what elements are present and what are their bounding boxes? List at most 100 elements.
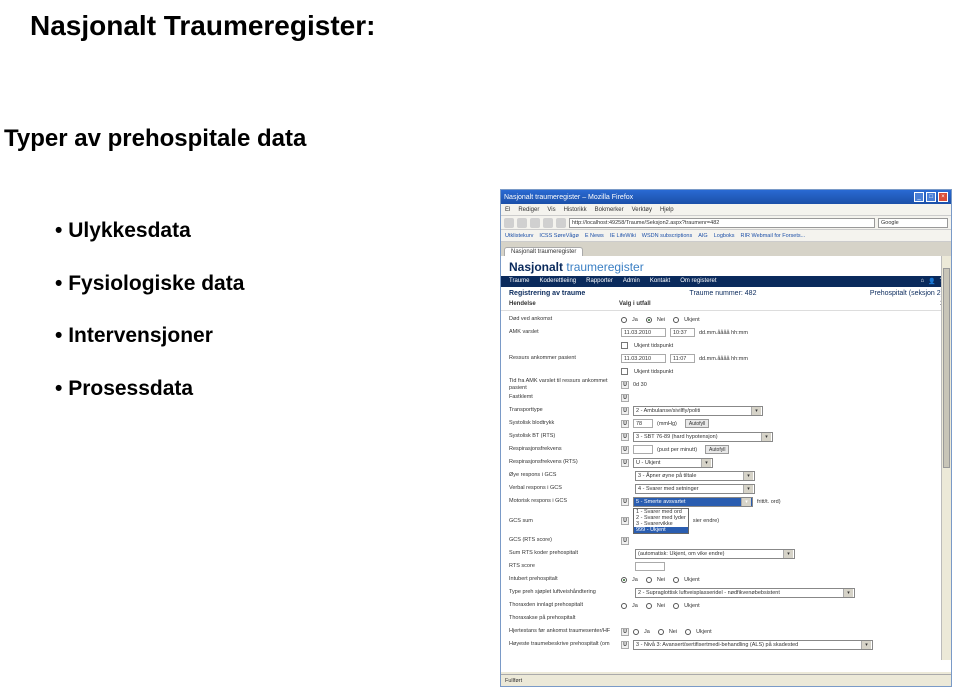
back-button[interactable] — [504, 218, 514, 228]
open-dropdown[interactable]: 1 - Svarer med ord 2 - Svarer med lyder … — [633, 508, 689, 534]
checkbox-ukjent-tid[interactable] — [621, 368, 628, 375]
bookmark-item[interactable]: AIG — [698, 233, 707, 239]
user-icon[interactable]: 👤 — [928, 278, 935, 285]
radio-label: Nei — [657, 603, 665, 609]
radio-ja[interactable] — [621, 317, 627, 323]
nav-item[interactable]: Kontakt — [650, 278, 670, 285]
u-button[interactable]: U — [621, 381, 629, 389]
label-respk: Respirasjonsfrekvens (RTS) — [509, 459, 617, 465]
bookmark-item[interactable]: IE LifeWiki — [610, 233, 636, 239]
page-content: Nasjonalt traumeregister Traume Koderett… — [501, 256, 951, 672]
u-button[interactable]: U — [621, 628, 629, 636]
menu-item[interactable]: Vis — [547, 207, 555, 213]
label-tid-amk: Tid fra AMK varslet til ressurs ankommet… — [509, 378, 617, 390]
row-respk: Respirasjonsfrekvens (RTS) U U - Ukjent — [509, 456, 943, 469]
u-button[interactable]: U — [621, 446, 629, 454]
url-field[interactable]: http://localhost:49258/Traume/Seksjon2.a… — [569, 218, 875, 228]
radio-label: Ja — [632, 317, 638, 323]
nav-item[interactable]: Rapporter — [586, 278, 613, 285]
search-engine-label: Google — [881, 220, 899, 226]
amk-date-input[interactable]: 11.03.2010 — [621, 328, 666, 337]
transport-select[interactable]: 2 - Ambulanse/sivilfly/politi — [633, 406, 763, 416]
hoyeste-select[interactable]: 3 - Nivå 3: Avansert/sertifisertmedi-beh… — [633, 640, 873, 650]
radio-nei[interactable] — [646, 603, 652, 609]
label-oye: Øye respons i GCS — [509, 472, 617, 478]
radio-label: Ukjent — [684, 577, 700, 583]
nav-item[interactable]: Om registeret — [680, 278, 716, 285]
stop-button[interactable] — [543, 218, 553, 228]
app-title: Nasjonalt traumeregister — [509, 260, 943, 274]
menu-item[interactable]: El — [505, 207, 510, 213]
nav-item[interactable]: Admin — [623, 278, 640, 285]
motorisk-select[interactable]: 5 - Smerte avsvartet — [633, 497, 753, 507]
home-icon[interactable]: ⌂ — [921, 278, 925, 285]
type-luft-select[interactable]: 2 - Supraglottisk luftveisplasseridel - … — [635, 588, 855, 598]
radio-nei[interactable] — [646, 317, 652, 323]
radio-ukjent[interactable] — [673, 603, 679, 609]
menu-item[interactable]: Bokmerker — [595, 207, 624, 213]
scrollbar[interactable] — [941, 256, 951, 660]
verbal-select[interactable]: 4 - Svarer med setninger — [635, 484, 755, 494]
radio-ja[interactable] — [621, 603, 627, 609]
sum-rts-select[interactable]: (automatisk: Ukjent, om vike endre) — [635, 549, 795, 559]
label-hoyeste: Høyeste traumebeskrive prehospitalt (om — [509, 641, 617, 647]
autofyll-button[interactable]: Autofyll — [685, 419, 709, 428]
radio-nei[interactable] — [658, 629, 664, 635]
u-button[interactable]: U — [621, 641, 629, 649]
forward-button[interactable] — [517, 218, 527, 228]
radio-ja[interactable] — [633, 629, 639, 635]
radio-label: Nei — [669, 629, 677, 635]
ressurs-date-input[interactable]: 11.03.2010 — [621, 354, 666, 363]
radio-ukjent[interactable] — [685, 629, 691, 635]
home-button[interactable] — [556, 218, 566, 228]
bookmark-item[interactable]: E News — [585, 233, 604, 239]
u-button[interactable]: U — [621, 459, 629, 467]
u-button[interactable]: U — [621, 420, 629, 428]
systolisk-input[interactable]: 78 — [633, 419, 653, 428]
minimize-button[interactable]: _ — [914, 192, 924, 202]
u-button[interactable]: U — [621, 433, 629, 441]
label-fastklemt: Fastklemt — [509, 394, 617, 400]
search-field[interactable]: Google — [878, 218, 948, 228]
row-intubert: Intubert prehospitalt Ja Nei Ukjent — [509, 573, 943, 586]
radio-ja[interactable] — [621, 577, 627, 583]
dropdown-option[interactable]: 999 - Ukjent — [634, 527, 688, 533]
maximize-button[interactable]: □ — [926, 192, 936, 202]
bookmark-item[interactable]: WSDN subscriptions — [642, 233, 692, 239]
autofyll-button[interactable]: Autofyll — [705, 445, 729, 454]
ressurs-time-input[interactable]: 11:07 — [670, 354, 695, 363]
radio-nei[interactable] — [646, 577, 652, 583]
nav-item[interactable]: Koderettleiing — [539, 278, 576, 285]
bookmark-item[interactable]: Utklistekurv — [505, 233, 533, 239]
reload-button[interactable] — [530, 218, 540, 228]
bookmark-item[interactable]: ICSS SøreVågø — [539, 233, 578, 239]
radio-ukjent[interactable] — [673, 577, 679, 583]
label-gcs-rts: GCS (RTS score) — [509, 537, 617, 543]
menu-item[interactable]: Verktøy — [632, 207, 652, 213]
u-button[interactable]: U — [621, 407, 629, 415]
bookmark-item[interactable]: Logboks — [714, 233, 735, 239]
bookmark-item[interactable]: RIR Webmail for Forsets... — [741, 233, 806, 239]
u-button[interactable]: U — [621, 537, 629, 545]
scrollbar-thumb[interactable] — [943, 268, 950, 468]
hint-text: fritt/t. ord) — [757, 499, 781, 505]
u-button[interactable]: U — [621, 394, 629, 402]
respk-select[interactable]: U - Ukjent — [633, 458, 713, 468]
rts-score-input[interactable] — [635, 562, 665, 571]
amk-time-input[interactable]: 10:37 — [670, 328, 695, 337]
radio-ukjent[interactable] — [673, 317, 679, 323]
row-fastklemt: Fastklemt U — [509, 391, 943, 404]
u-button[interactable]: U — [621, 517, 629, 525]
nav-item[interactable]: Traume — [509, 278, 529, 285]
u-button[interactable]: U — [621, 498, 629, 506]
close-button[interactable]: × — [938, 192, 948, 202]
menu-item[interactable]: Rediger — [518, 207, 539, 213]
browser-tab[interactable]: Nasjonalt traumeregister — [504, 247, 583, 256]
checkbox-ukjent-tid[interactable] — [621, 342, 628, 349]
label-thorax2: Thoraxakse på prehospitalt — [509, 615, 617, 621]
sbt-select[interactable]: 3 - SBT 76-89 (hard hypotensjon) — [633, 432, 773, 442]
menu-item[interactable]: Hjelp — [660, 207, 674, 213]
resp-input[interactable] — [633, 445, 653, 454]
oye-select[interactable]: 3 - Åpner øyne på tiltale — [635, 471, 755, 481]
menu-item[interactable]: Historikk — [564, 207, 587, 213]
